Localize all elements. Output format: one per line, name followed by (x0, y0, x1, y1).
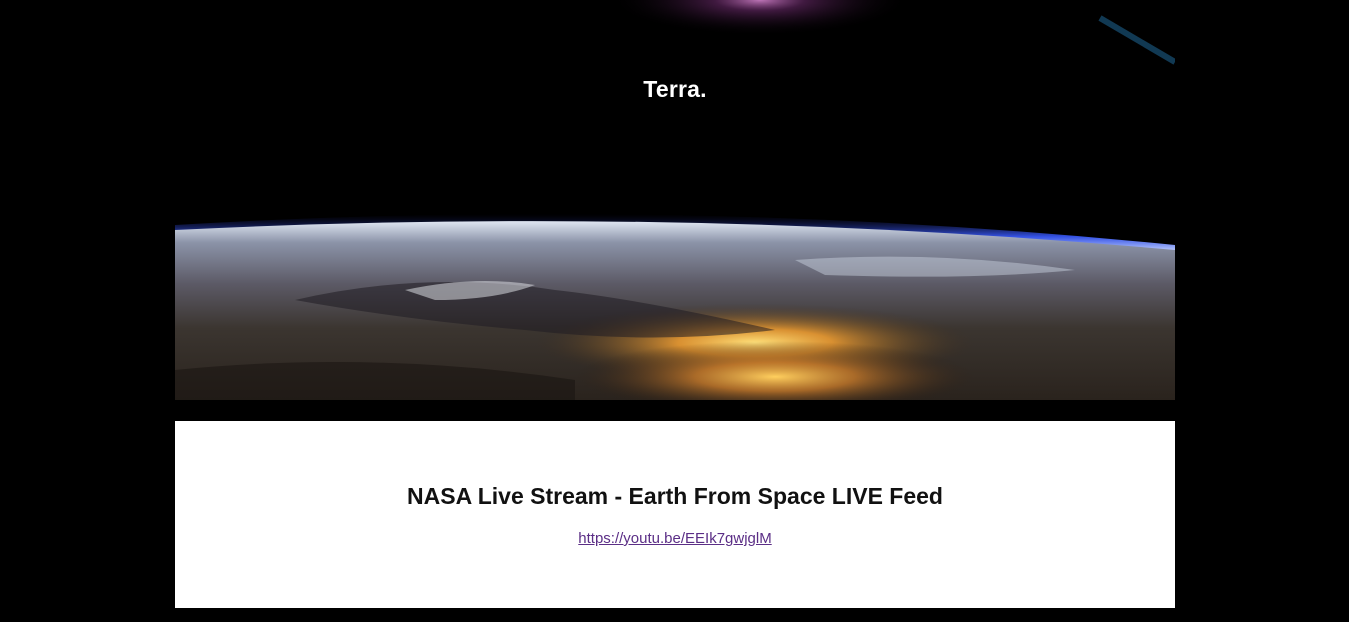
hero-banner: Terra. (175, 0, 1175, 400)
page: Terra. NASA Live Stream - Earth From Spa… (0, 0, 1349, 622)
post-card: NASA Live Stream - Earth From Space LIVE… (175, 421, 1175, 608)
post-title: NASA Live Stream - Earth From Space LIVE… (407, 483, 943, 509)
site-logo[interactable]: Terra. (625, 39, 725, 139)
site-logo-text: Terra. (643, 75, 707, 102)
post-link-wrapper: https://youtu.be/EEIk7gwjglM (175, 530, 1175, 547)
post-link[interactable]: https://youtu.be/EEIk7gwjglM (578, 530, 771, 547)
